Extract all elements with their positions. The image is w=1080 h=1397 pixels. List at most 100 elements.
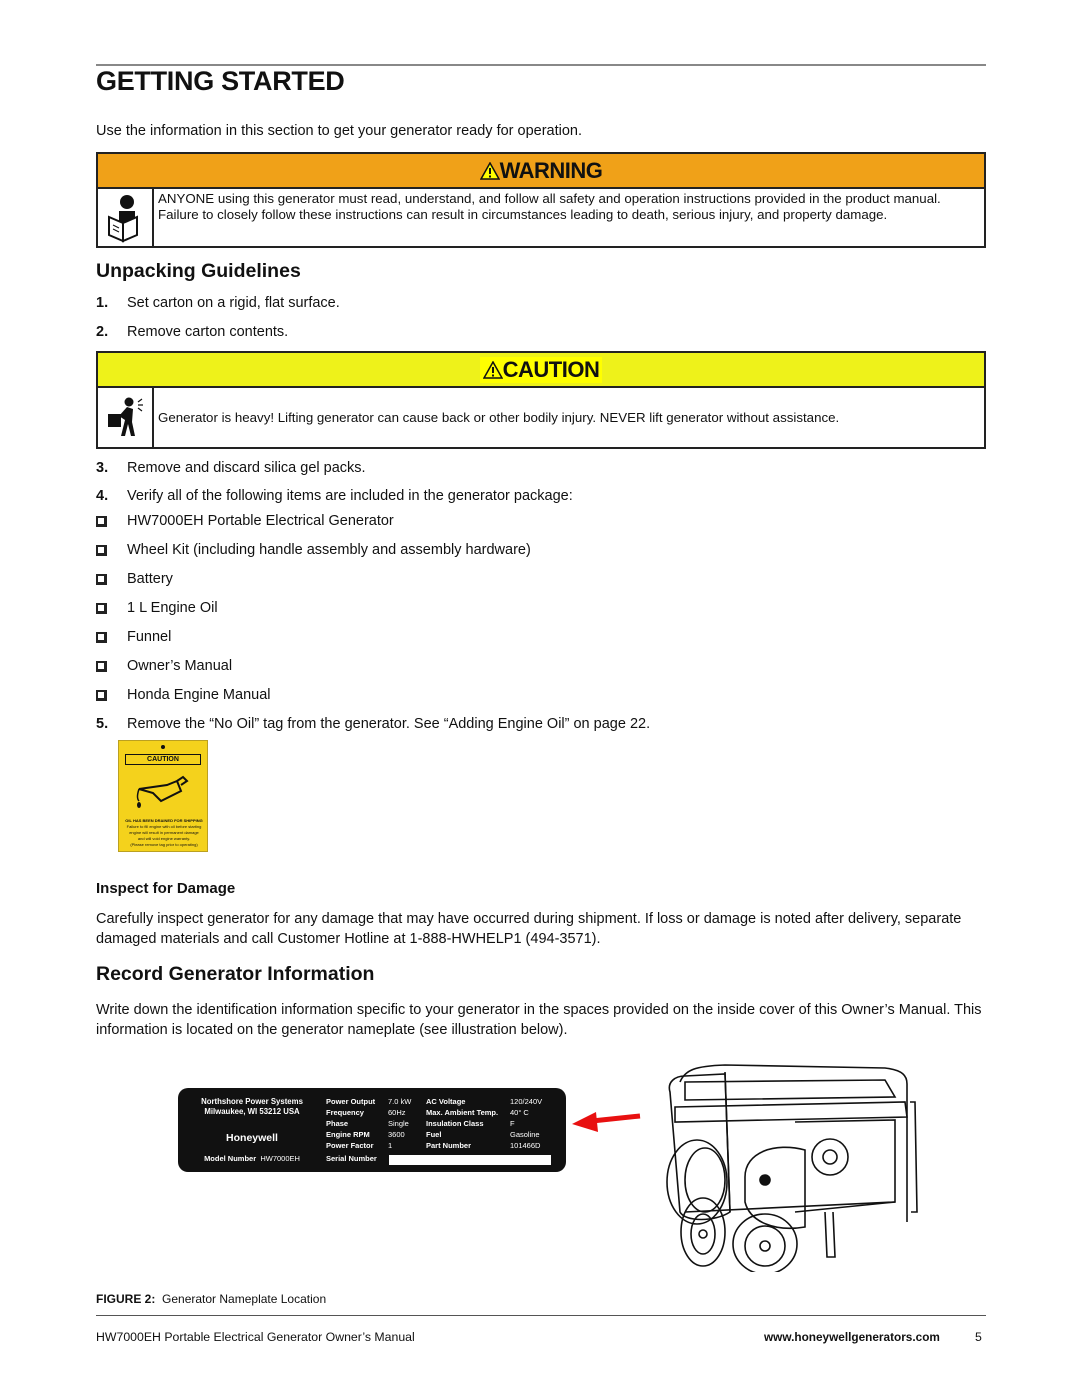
tag-caution-label: CAUTION (125, 754, 201, 765)
spec-value: F (510, 1119, 515, 1128)
page-number: 5 (975, 1330, 982, 1344)
caution-label: CAUTION (479, 356, 603, 383)
step-text: Remove and discard silica gel packs. (127, 460, 366, 476)
spec-key: Fuel (426, 1130, 442, 1139)
step-3: 3. Remove and discard silica gel packs. (96, 460, 366, 476)
spec-key: Engine RPM (326, 1130, 370, 1139)
inspect-text: Carefully inspect generator for any dama… (96, 911, 962, 947)
step-5: 5. Remove the “No Oil” tag from the gener… (96, 716, 650, 732)
caution-box: CAUTION Generator is heavy! Lifting gene… (96, 351, 986, 449)
checklist-item: Battery (96, 571, 173, 587)
caution-text: Generator is heavy! Lifting generator ca… (158, 409, 840, 425)
no-oil-tag: CAUTION OIL HAS BEEN DRAINED FOR SHIPPIN… (118, 740, 208, 852)
spec-value: 60Hz (388, 1108, 406, 1117)
tag-line: (Please remove tag prior to operating) (130, 842, 198, 847)
checklist-item: HW7000EH Portable Electrical Generator (96, 513, 394, 529)
checklist-text: Battery (127, 571, 173, 587)
spec-row: Phase Single Insulation Class F (326, 1119, 560, 1130)
checkbox-icon (96, 631, 107, 643)
figure-caption: FIGURE 2: Generator Nameplate Location (96, 1292, 326, 1306)
checkbox-icon (96, 689, 107, 701)
checklist-text: HW7000EH Portable Electrical Generator (127, 513, 394, 529)
step-text: Set carton on a rigid, flat surface. (127, 295, 340, 311)
spec-key: Frequency (326, 1108, 364, 1117)
intro-text: Use the information in this section to g… (96, 123, 583, 139)
spec-value: 101466D (510, 1141, 541, 1150)
warning-label: WARNING (476, 157, 606, 184)
company-name: Northshore Power Systems (201, 1097, 303, 1106)
page-title: GETTING STARTED (96, 66, 345, 96)
oil-can-icon (136, 775, 189, 808)
checkbox-icon (96, 573, 107, 585)
figure-caption-text: Generator Nameplate Location (162, 1292, 327, 1306)
figure-label: FIGURE 2: (96, 1292, 156, 1306)
warning-header: WARNING (98, 154, 984, 189)
step-number: 4. (96, 488, 109, 504)
footer-url[interactable]: www.honeywellgenerators.com (764, 1330, 940, 1344)
warning-box: WARNING ANYONE using this generator must… (96, 152, 986, 248)
spec-value: Gasoline (510, 1130, 540, 1139)
spec-key: Insulation Class (426, 1119, 484, 1128)
inspect-heading: Inspect for Damage (96, 880, 236, 897)
read-manual-icon (98, 189, 154, 246)
checkbox-icon (96, 544, 107, 556)
nameplate-model: Model Number HW7000EH (186, 1154, 318, 1163)
checklist-item: Honda Engine Manual (96, 687, 271, 703)
checklist-item: Funnel (96, 629, 171, 645)
checklist-item: Wheel Kit (including handle assembly and… (96, 542, 531, 558)
checkbox-icon (96, 602, 107, 614)
checkbox-icon (96, 515, 107, 527)
unpacking-heading: Unpacking Guidelines (96, 260, 301, 282)
nameplate: Northshore Power Systems Milwaukee, WI 5… (178, 1088, 566, 1172)
checklist-text: 1 L Engine Oil (127, 600, 218, 616)
company-address: Milwaukee, WI 53212 USA (204, 1107, 300, 1116)
spec-key: Power Factor (326, 1141, 374, 1150)
generator-illustration (666, 1064, 918, 1272)
step-number: 2. (96, 324, 109, 340)
step-2: 2. Remove carton contents. (96, 324, 288, 340)
spec-key: Part Number (426, 1141, 472, 1150)
warning-triangle-icon (479, 161, 500, 180)
checklist-text: Wheel Kit (including handle assembly and… (127, 542, 531, 558)
step-4: 4. Verify all of the following items are … (96, 488, 573, 504)
checkbox-icon (96, 660, 107, 672)
spec-row: Power Output 7.0 kW AC Voltage 120/240V (326, 1097, 560, 1108)
model-value: HW7000EH (260, 1154, 300, 1163)
spec-key: Power Output (326, 1097, 376, 1106)
nameplate-company: Northshore Power Systems Milwaukee, WI 5… (186, 1097, 318, 1117)
footer-manual-title: HW7000EH Portable Electrical Generator O… (96, 1330, 415, 1344)
model-label: Model Number (204, 1154, 257, 1163)
red-arrow-icon (572, 1112, 641, 1132)
spec-value: 120/240V (510, 1097, 543, 1106)
spec-key: Phase (326, 1119, 349, 1128)
spec-row: Frequency 60Hz Max. Ambient Temp. 40° C (326, 1108, 560, 1119)
checklist-text: Funnel (127, 629, 172, 645)
step-number: 3. (96, 460, 109, 476)
caution-header: CAUTION (98, 353, 984, 388)
heavy-lifting-icon (98, 388, 154, 447)
checklist-text: Owner’s Manual (127, 658, 233, 674)
footer-rule (96, 1315, 986, 1316)
warning-triangle-icon (482, 360, 503, 379)
warning-label-text: WARNING (499, 157, 603, 183)
spec-value: 7.0 kW (388, 1097, 412, 1106)
record-heading: Record Generator Information (96, 963, 375, 985)
spec-value: 40° C (510, 1108, 529, 1117)
record-text: Write down the identification informatio… (96, 1002, 982, 1038)
checklist-item: Owner’s Manual (96, 658, 232, 674)
checklist-item: 1 L Engine Oil (96, 600, 218, 616)
step-1: 1. Set carton on a rigid, flat surface. (96, 295, 340, 311)
tag-text: OIL HAS BEEN DRAINED FOR SHIPPING Failur… (121, 818, 207, 848)
serial-label: Serial Number (326, 1154, 377, 1163)
serial-number-field (389, 1155, 551, 1165)
spec-key: AC Voltage (426, 1097, 466, 1106)
tag-hole (161, 745, 165, 749)
nameplate-brand: Honeywell (226, 1132, 278, 1144)
spec-value: 1 (388, 1141, 393, 1150)
spec-row: Power Factor 1 Part Number 101466D (326, 1141, 560, 1152)
step-number: 5. (96, 716, 109, 732)
step-text: Remove the “No Oil” tag from the generat… (127, 716, 651, 732)
step-text: Remove carton contents. (127, 324, 289, 340)
spec-key: Max. Ambient Temp. (426, 1108, 499, 1117)
caution-label-text: CAUTION (502, 356, 600, 382)
